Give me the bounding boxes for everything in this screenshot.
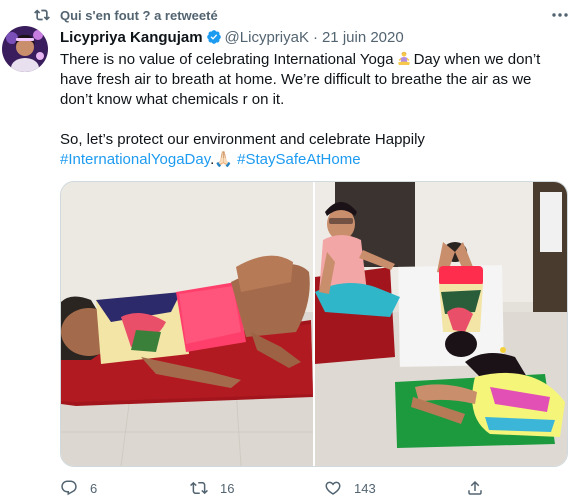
share-icon xyxy=(468,480,482,495)
tweet-text: There is no value of celebrating Interna… xyxy=(60,50,560,170)
hashtag-stay-safe-at-home[interactable]: #StaySafeAtHome xyxy=(237,151,360,168)
photo-1[interactable] xyxy=(61,182,313,466)
more-dots-icon xyxy=(552,13,568,17)
retweet-icon xyxy=(190,481,208,495)
like-button[interactable]: 143 xyxy=(324,479,376,497)
hashtag1-suffix: .🙏🏻 xyxy=(210,151,233,168)
tweet-paragraph-2: So, let’s protect our environment and ce… xyxy=(60,130,560,170)
author-name[interactable]: Licypriya Kangujam xyxy=(60,29,203,46)
share-button[interactable] xyxy=(466,479,496,497)
avatar[interactable] xyxy=(2,26,48,72)
author-handle[interactable]: @LicypriyaK xyxy=(225,29,309,46)
retweet-count: 16 xyxy=(220,480,235,496)
verified-badge-icon xyxy=(206,30,221,44)
tweet-text-para2: So, let’s protect our environment and ce… xyxy=(60,131,425,148)
tweet-actions: 6 16 143 xyxy=(60,476,500,500)
retweet-context[interactable]: Qui s'en fout ? a retweeté xyxy=(34,6,218,24)
more-options-button[interactable] xyxy=(546,6,574,24)
reply-icon xyxy=(61,480,77,496)
tweet-header: Licypriya Kangujam @LicypriyaK · 21 juin… xyxy=(60,27,560,47)
header-separator: · xyxy=(312,28,318,46)
heart-icon xyxy=(325,481,341,495)
tweet-paragraph-1: There is no value of celebrating Interna… xyxy=(60,50,560,110)
photo-2[interactable] xyxy=(315,182,567,466)
tweet-media xyxy=(60,181,568,467)
reply-count: 6 xyxy=(90,480,98,496)
retweet-icon xyxy=(34,9,50,21)
woman-meditating-emoji-icon xyxy=(397,51,410,65)
hashtag-international-yoga-day[interactable]: #InternationalYogaDay xyxy=(60,151,210,168)
like-count: 143 xyxy=(354,480,376,496)
tweet-text-part-a: There is no value of celebrating Interna… xyxy=(60,51,394,68)
reply-button[interactable]: 6 xyxy=(60,479,97,497)
retweet-context-text: Qui s'en fout ? a retweeté xyxy=(60,7,218,23)
retweet-button[interactable]: 16 xyxy=(190,479,234,497)
tweet-date[interactable]: 21 juin 2020 xyxy=(322,29,404,46)
